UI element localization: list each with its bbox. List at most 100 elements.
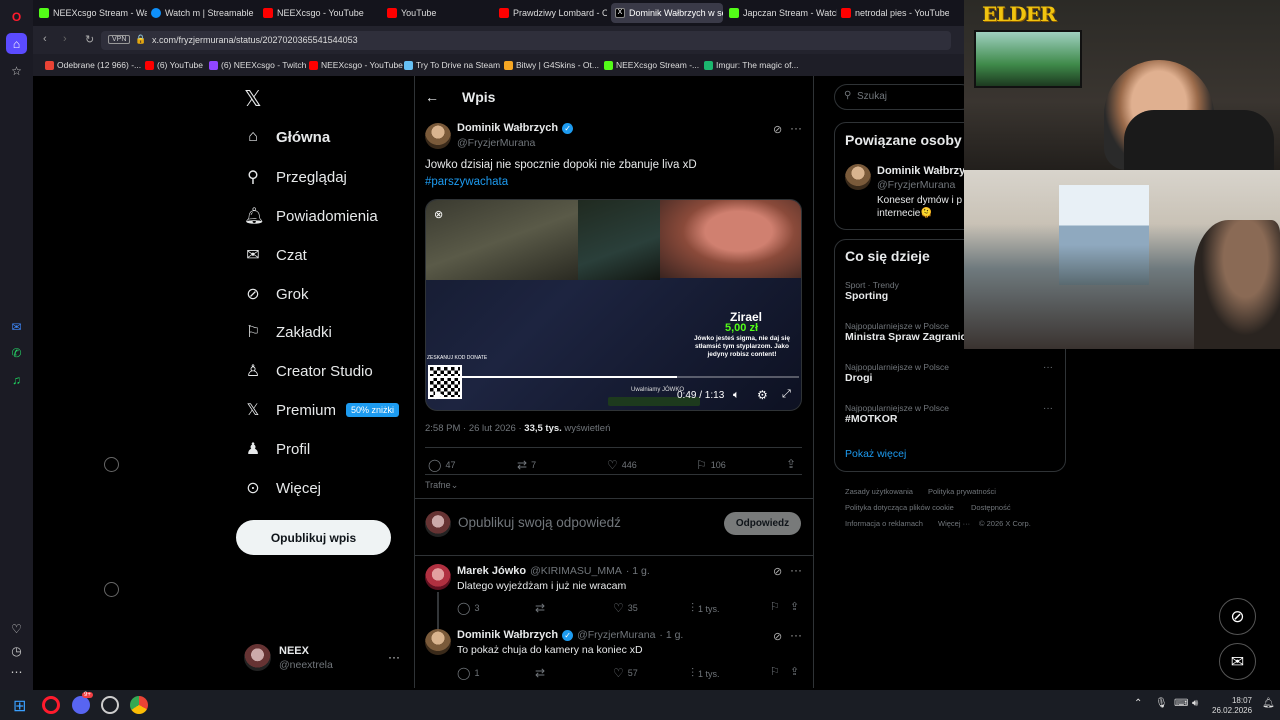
bookmark-0[interactable]: Odebrane (12 966) -... bbox=[45, 60, 141, 70]
footer-link[interactable]: Więcej ··· bbox=[938, 519, 970, 528]
network-icon[interactable]: ⌨ bbox=[1174, 698, 1188, 709]
reply-views-action[interactable]: ⫶ 1 tys. bbox=[691, 601, 720, 616]
nav-creator-studio[interactable]: ♙ Creator Studio bbox=[244, 361, 373, 381]
post-button[interactable]: Opublikuj wpis bbox=[236, 520, 391, 555]
windows-start-icon[interactable]: ⊞ bbox=[13, 696, 26, 716]
like-action[interactable]: ♡ 446 bbox=[607, 458, 637, 472]
clock-time[interactable]: 18:07 bbox=[1212, 696, 1252, 705]
volume-icon[interactable]: 🔊︎ bbox=[1192, 698, 1198, 709]
whatsapp-icon[interactable]: ✆ bbox=[6, 342, 27, 363]
nav-premium[interactable]: 𝕏 Premium 50% zniżki bbox=[244, 400, 400, 420]
reply-avatar[interactable] bbox=[425, 564, 451, 590]
bookmark-4[interactable]: Try To Drive na Steam bbox=[404, 60, 500, 70]
footer-link[interactable]: Zasady użytkowania bbox=[845, 487, 913, 496]
nav-profile[interactable]: ♟ Profil bbox=[244, 439, 310, 459]
reply-action[interactable]: ◯ 47 bbox=[428, 458, 455, 472]
messages-float-button[interactable]: ✉ bbox=[1219, 643, 1256, 680]
reply-like-action[interactable]: ♡ 35 bbox=[613, 601, 638, 615]
reply-avatar[interactable] bbox=[425, 629, 451, 655]
trend-item[interactable]: Najpopularniejsze w Polsce #MOTKOR bbox=[845, 403, 949, 425]
clock-date[interactable]: 26.02.2026 bbox=[1212, 706, 1252, 715]
tweet-video[interactable]: ⊗ Zirael 5,00 zł Jówko jesteś sigma, nie… bbox=[425, 199, 802, 411]
volume-icon[interactable]: 🔈︎ bbox=[733, 389, 740, 402]
bookmark-6[interactable]: NEEXcsgo Stream -... bbox=[604, 60, 699, 70]
footer-link[interactable]: Informacja o reklamach bbox=[845, 519, 923, 528]
back-arrow-icon[interactable]: ← bbox=[425, 89, 439, 105]
messenger-icon[interactable]: ✉ bbox=[6, 316, 27, 337]
back-icon[interactable]: ‹ bbox=[43, 33, 47, 45]
trend-item[interactable]: Najpopularniejsze w Polsce Ministra Spraw… bbox=[845, 321, 966, 343]
trend-item[interactable]: Sport · Trendy Sporting bbox=[845, 280, 899, 302]
reply-like-action[interactable]: ♡ 57 bbox=[613, 666, 638, 680]
nav-bookmarks[interactable]: ⚐ Zakładki bbox=[244, 322, 332, 342]
tweet-hashtag[interactable]: #parszywachata bbox=[425, 176, 508, 188]
footer-link[interactable]: Polityka dotycząca plików cookie bbox=[845, 503, 954, 512]
tweet-author-handle[interactable]: @FryzjerMurana bbox=[457, 137, 535, 149]
forward-icon[interactable]: › bbox=[63, 33, 67, 45]
footer-link[interactable]: Polityka prywatności bbox=[928, 487, 996, 496]
trend-more-icon[interactable]: ··· bbox=[1043, 362, 1053, 373]
grok-float-button[interactable]: ⊘ bbox=[1219, 598, 1256, 635]
tab-7[interactable]: netrodal pies - YouTube bbox=[837, 3, 949, 23]
trend-item[interactable]: Najpopularniejsze w Polsce Drogi bbox=[845, 362, 949, 384]
reply-more-icon[interactable]: ··· bbox=[790, 628, 802, 642]
reply-more-icon[interactable]: ··· bbox=[790, 563, 802, 577]
nav-notifications[interactable]: 🔔︎ Powiadomienia bbox=[244, 206, 378, 226]
tab-2[interactable]: NEEXcsgo - YouTube bbox=[259, 3, 371, 23]
bookmark-3[interactable]: NEEXcsgo - YouTube bbox=[309, 60, 403, 70]
nav-explore[interactable]: ⚲ Przeglądaj bbox=[244, 167, 347, 187]
footer-link[interactable]: Dostępność bbox=[971, 503, 1011, 512]
nav-grok[interactable]: ⊘ Grok bbox=[244, 284, 308, 304]
url-text[interactable]: x.com/fryzjermurana/status/2027020365541… bbox=[152, 35, 358, 45]
reply-retweet-action[interactable]: ⇄ bbox=[535, 601, 549, 615]
tab-1[interactable]: Watch m | Streamable bbox=[147, 3, 259, 23]
tab-6[interactable]: Japczan Stream - Watch L bbox=[725, 3, 837, 23]
tweet-author-avatar[interactable] bbox=[425, 123, 451, 149]
video-mute-icon[interactable]: ⊗ bbox=[434, 208, 443, 221]
search-input[interactable] bbox=[834, 84, 974, 110]
history-icon[interactable]: ◷ bbox=[6, 640, 27, 661]
reply-input[interactable]: Opublikuj swoją odpowiedź bbox=[458, 515, 621, 530]
tray-chevron-icon[interactable]: ⌃ bbox=[1134, 698, 1142, 709]
settings-gear-icon[interactable]: ⚙ bbox=[757, 388, 768, 402]
opera-taskbar-icon[interactable] bbox=[42, 696, 60, 714]
more-icon[interactable]: ⋯ bbox=[6, 661, 27, 682]
show-more-link[interactable]: Pokaż więcej bbox=[845, 448, 906, 460]
tab-0[interactable]: NEEXcsgo Stream - Watch bbox=[35, 3, 147, 23]
nav-home[interactable]: ⌂ Główna bbox=[244, 128, 330, 146]
bookmark-icon[interactable]: ⚐ bbox=[770, 665, 780, 678]
retweet-action[interactable]: ⇄ 7 bbox=[517, 458, 536, 472]
play-icon[interactable]: ▶ bbox=[435, 388, 443, 401]
bookmark-5[interactable]: Bitwy | G4Skins - Ot... bbox=[504, 60, 599, 70]
notification-bell-icon[interactable]: 🔔︎ bbox=[1262, 698, 1275, 709]
account-more-icon[interactable]: ··· bbox=[388, 650, 400, 664]
share-icon[interactable]: ⇪ bbox=[790, 600, 799, 613]
reload-icon[interactable]: ↻ bbox=[85, 33, 94, 46]
discord-taskbar-icon[interactable] bbox=[72, 696, 90, 714]
reply-header[interactable]: Marek Jówko @KIRIMASU_MMA · 1 g. bbox=[457, 565, 650, 577]
reply-reply-action[interactable]: ◯ 1 bbox=[457, 666, 479, 680]
tab-5-active[interactable]: X Dominik Wałbrzych w ser bbox=[611, 3, 723, 23]
reply-header[interactable]: Dominik Wałbrzych ✓ @FryzjerMurana · 1 g… bbox=[457, 629, 683, 641]
tweet-more-icon[interactable]: ··· bbox=[790, 121, 802, 135]
spotify-icon[interactable]: ♫ bbox=[6, 369, 27, 390]
bookmark-1[interactable]: (6) YouTube bbox=[145, 60, 203, 70]
related-name[interactable]: Dominik Wałbrzy... bbox=[877, 165, 974, 177]
trend-more-icon[interactable]: ··· bbox=[1043, 403, 1053, 414]
chrome-taskbar-icon[interactable] bbox=[130, 696, 148, 714]
grok-icon[interactable]: ⊘ bbox=[773, 630, 782, 643]
reply-submit-button[interactable]: Odpowiedz bbox=[724, 512, 801, 535]
account-avatar[interactable] bbox=[244, 644, 271, 671]
vpn-badge[interactable]: VPN bbox=[108, 35, 131, 44]
fullscreen-icon[interactable]: ⤢ bbox=[782, 388, 791, 401]
home-icon[interactable]: ⌂ bbox=[6, 33, 27, 54]
heart-icon[interactable]: ♡ bbox=[6, 618, 27, 639]
share-icon[interactable]: ⇪ bbox=[790, 665, 799, 678]
related-avatar[interactable] bbox=[845, 164, 871, 190]
grok-icon[interactable]: ⊘ bbox=[773, 123, 782, 136]
tweet-author[interactable]: Dominik Wałbrzych ✓ bbox=[457, 122, 574, 134]
reply-reply-action[interactable]: ◯ 3 bbox=[457, 601, 479, 615]
bookmark-icon[interactable]: ⚐ bbox=[770, 600, 780, 613]
video-progress-track[interactable] bbox=[430, 376, 799, 378]
reply-retweet-action[interactable]: ⇄ bbox=[535, 666, 549, 680]
